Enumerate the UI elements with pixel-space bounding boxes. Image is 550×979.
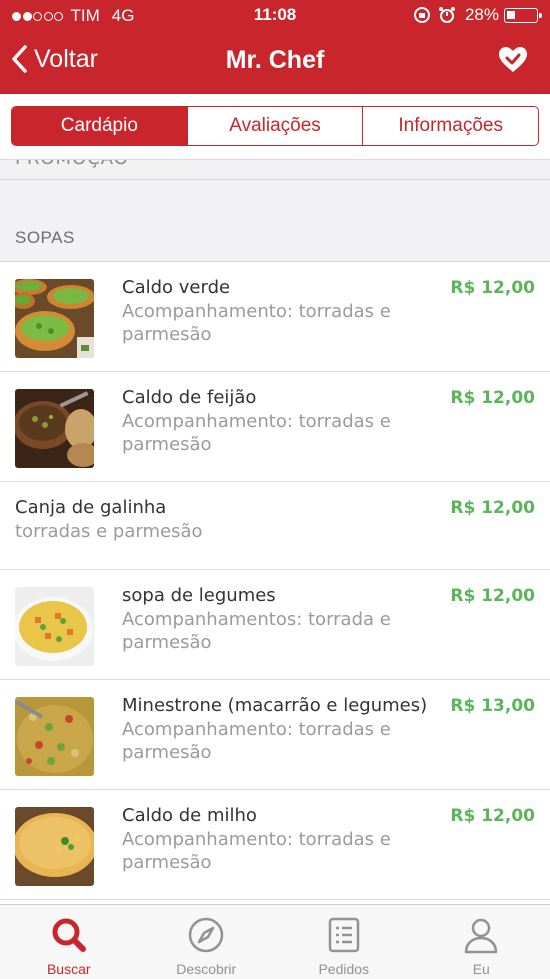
item-price: R$ 12,00 [450,806,535,826]
previous-section-header: PROMOÇÃO [0,160,550,180]
section-header: SOPAS [0,180,550,262]
app-header: TIM 4G 11:08 28% Voltar Mr. Chef [0,0,550,94]
tab-descobrir[interactable]: Descobrir [138,905,276,979]
search-icon [52,918,86,952]
segment-bar: Cardápio Avaliações Informações [0,94,550,160]
item-name: sopa de legumes [122,585,276,606]
status-bar: TIM 4G 11:08 28% [0,0,550,32]
battery-percent: 28% [464,5,499,24]
menu-item-sopa-de-legumes[interactable]: sopa de legumes Acompanhamentos: torrada… [0,570,550,680]
tab-cardapio[interactable]: Cardápio [12,107,188,145]
item-name: Minestrone (macarrão e legumes) [122,695,428,716]
menu-item-caldo-verde[interactable]: Caldo verde Acompanhamento: torradas e p… [0,262,550,372]
item-name: Canja de galinha [15,497,167,518]
item-name: Caldo de feijão [122,387,257,408]
alarm-icon [438,7,455,23]
item-name: Caldo de milho [122,805,257,826]
item-description: Acompanhamento: torradas e parmesão [122,301,391,345]
compass-icon [189,917,224,953]
tab-label: Pedidos [318,961,370,977]
tab-buscar[interactable]: Buscar [0,905,138,979]
section-title: SOPAS [15,228,75,247]
item-name: Caldo verde [122,277,231,298]
tab-informacoes[interactable]: Informações [363,107,538,145]
menu-item-canja-de-galinha[interactable]: Canja de galinha torradas e parmesão R$ … [0,482,550,570]
tab-avaliacoes[interactable]: Avaliações [188,107,364,145]
receipt-icon [328,917,359,953]
page-title: Mr. Chef [225,46,325,74]
menu-item-caldo-de-feijao[interactable]: Caldo de feijão Acompanhamento: torradas… [0,372,550,482]
item-price: R$ 12,00 [450,586,535,606]
tab-eu[interactable]: Eu [413,905,550,979]
item-price: R$ 12,00 [450,498,535,518]
item-image-green-soup [15,279,94,358]
tab-label: Descobrir [176,961,237,977]
nav-bar: Voltar Mr. Chef [0,36,550,88]
tab-label: Eu [472,961,490,977]
item-price: R$ 12,00 [450,388,535,408]
previous-section-title: PROMOÇÃO [15,160,129,169]
item-image-vegetable-soup [15,587,94,666]
item-description: torradas e parmesão [15,521,203,542]
person-icon [465,918,498,954]
tab-pedidos[interactable]: Pedidos [275,905,413,979]
item-description: Acompanhamento: torradas e parmesão [122,829,391,873]
heart-check-icon [499,47,527,72]
item-price: R$ 12,00 [450,278,535,298]
item-description: Acompanhamento: torradas e parmesão [122,411,391,455]
tab-label: Buscar [46,961,91,977]
menu-item-caldo-de-milho[interactable]: Caldo de milho Acompanhamento: torradas … [0,790,550,900]
battery-icon [504,7,542,23]
segmented-control: Cardápio Avaliações Informações [11,106,539,146]
menu-item-minestrone[interactable]: Minestrone (macarrão e legumes) Acompanh… [0,680,550,790]
item-image-minestrone [15,697,94,776]
bottom-tab-bar: Buscar Descobrir Pedidos Eu [0,904,550,979]
item-description: Acompanhamentos: torrada e parmesão [122,609,391,653]
item-price: R$ 13,00 [450,696,535,716]
item-image-corn-soup [15,807,94,886]
rotation-lock-icon [413,7,430,23]
status-right: 28% [413,5,542,25]
item-description: Acompanhamento: torradas e parmesão [122,719,391,763]
favorite-button[interactable] [498,46,528,78]
item-image-bean-soup [15,389,94,468]
